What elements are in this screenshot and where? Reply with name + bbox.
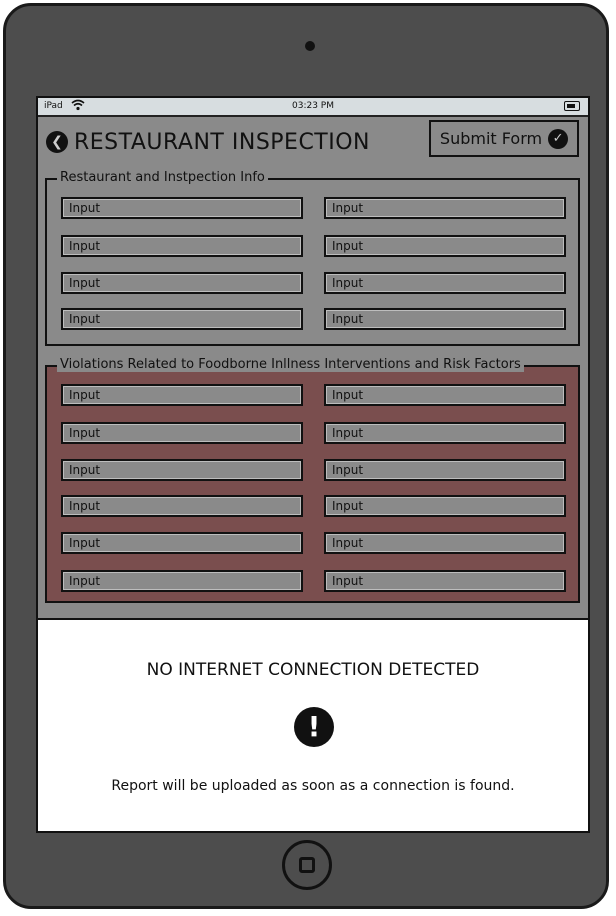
alert-message: Report will be uploaded as soon as a con… (111, 778, 515, 794)
text-input[interactable]: Input (61, 532, 303, 554)
screen: iPad 03:23 PM ❮ RESTAURANT INSPECTION Su… (36, 96, 590, 833)
section-legend: Restaurant and Instpection Info (57, 170, 268, 185)
text-input[interactable]: Input (61, 422, 303, 444)
restaurant-info-section: Restaurant and Instpection Info Input In… (45, 170, 580, 346)
text-input[interactable]: Input (324, 532, 566, 554)
text-input[interactable]: Input (324, 459, 566, 481)
check-icon: ✓ (548, 128, 569, 149)
home-button[interactable] (282, 840, 332, 890)
text-input[interactable]: Input (324, 308, 566, 330)
alert-title: NO INTERNET CONNECTION DETECTED (146, 660, 480, 680)
text-input[interactable]: Input (61, 235, 303, 257)
exclamation-icon: ! (294, 707, 334, 747)
text-input[interactable]: Input (61, 384, 303, 406)
offline-alert-panel: NO INTERNET CONNECTION DETECTED ! Report… (38, 618, 588, 831)
text-input[interactable]: Input (61, 272, 303, 294)
text-input[interactable]: Input (324, 272, 566, 294)
page-header: ❮ RESTAURANT INSPECTION (46, 124, 426, 160)
tablet-frame: iPad 03:23 PM ❮ RESTAURANT INSPECTION Su… (3, 3, 609, 909)
status-bar: iPad 03:23 PM (38, 98, 588, 117)
submit-form-button[interactable]: Submit Form ✓ (429, 120, 579, 157)
camera (305, 41, 315, 51)
battery-icon (564, 101, 580, 111)
text-input[interactable]: Input (61, 459, 303, 481)
text-input[interactable]: Input (61, 197, 303, 219)
back-arrow-icon[interactable]: ❮ (46, 131, 68, 153)
clock: 03:23 PM (292, 101, 334, 111)
text-input[interactable]: Input (324, 235, 566, 257)
text-input[interactable]: Input (324, 384, 566, 406)
violations-section: Violations Related to Foodborne Inllness… (45, 357, 580, 603)
submit-label: Submit Form (439, 129, 543, 148)
text-input[interactable]: Input (324, 570, 566, 592)
text-input[interactable]: Input (324, 495, 566, 517)
text-input[interactable]: Input (324, 422, 566, 444)
page-title: RESTAURANT INSPECTION (74, 129, 371, 155)
text-input[interactable]: Input (61, 495, 303, 517)
text-input[interactable]: Input (61, 308, 303, 330)
text-input[interactable]: Input (324, 197, 566, 219)
section-legend: Violations Related to Foodborne Inllness… (57, 357, 524, 372)
text-input[interactable]: Input (61, 570, 303, 592)
